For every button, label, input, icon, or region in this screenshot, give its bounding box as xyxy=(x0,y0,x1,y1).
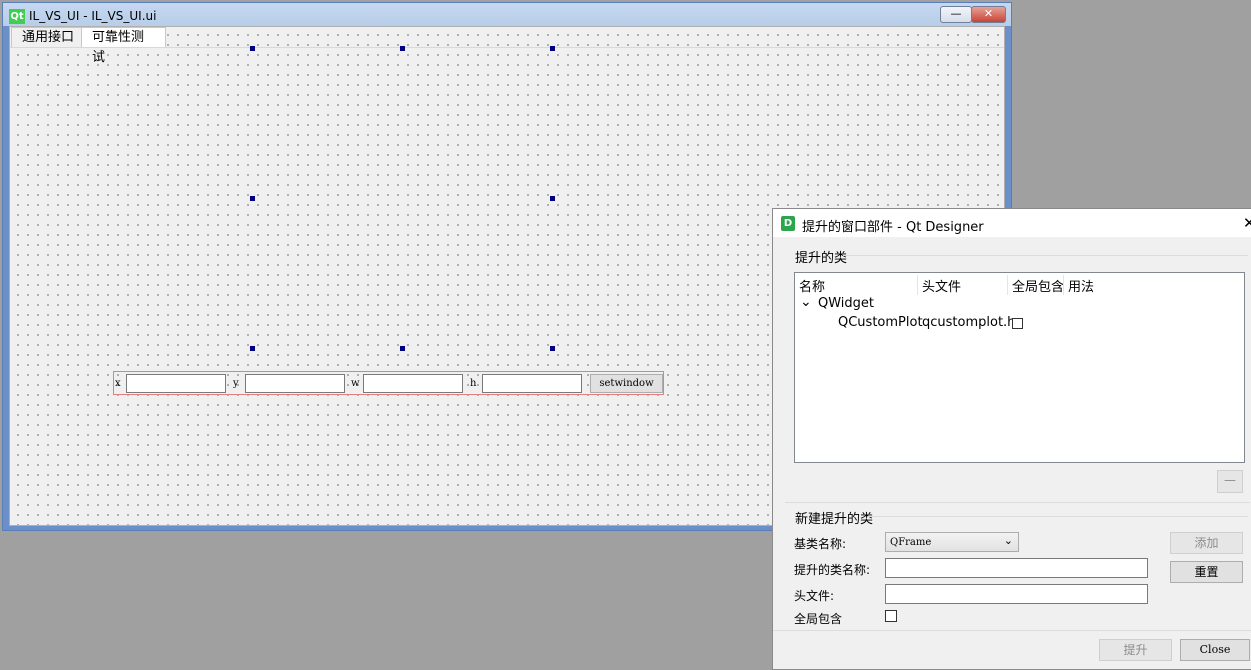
setwindow-button[interactable]: setwindow xyxy=(590,374,663,393)
promoted-class-name-label: 提升的类名称: xyxy=(794,563,871,577)
group-divider xyxy=(868,516,1248,517)
tree-row-header-file[interactable]: qcustomplot.h xyxy=(922,315,1015,330)
column-header-usage[interactable]: 用法 xyxy=(1068,276,1094,296)
promoted-widgets-dialog: D 提升的窗口部件 - Qt Designer ✕ 提升的类 名称 头文件 全局… xyxy=(772,208,1251,670)
resize-handle-left[interactable] xyxy=(250,196,255,201)
column-header-global-include[interactable]: 全局包含 xyxy=(1012,276,1064,296)
promote-button[interactable]: 提升 xyxy=(1099,639,1172,661)
h-input[interactable] xyxy=(482,374,582,393)
resize-handle-top-right[interactable] xyxy=(550,46,555,51)
group-divider xyxy=(785,502,1250,503)
promoted-class-name-field[interactable] xyxy=(885,558,1148,578)
group-divider xyxy=(843,255,1248,256)
w-label: w xyxy=(351,378,360,389)
base-class-label: 基类名称: xyxy=(794,537,847,551)
global-include-checkbox[interactable] xyxy=(885,610,897,622)
resize-handle-bottom-left[interactable] xyxy=(250,346,255,351)
expand-chevron-icon[interactable]: ⌄ xyxy=(800,294,812,310)
qt-designer-icon: D xyxy=(781,216,795,231)
tab-general-interface[interactable]: 通用接口 xyxy=(11,27,86,47)
qt-logo-icon: Qt xyxy=(9,9,25,24)
selected-plot-widget[interactable] xyxy=(250,46,555,351)
dialog-title: 提升的窗口部件 - Qt Designer xyxy=(802,220,984,235)
remove-promoted-class-button[interactable]: — xyxy=(1217,470,1243,493)
resize-handle-bottom-right[interactable] xyxy=(550,346,555,351)
close-button[interactable]: Close xyxy=(1180,639,1250,661)
y-label: y xyxy=(233,378,239,389)
header-separator xyxy=(917,275,918,295)
resize-handle-top-left[interactable] xyxy=(250,46,255,51)
chevron-down-icon: ⌄ xyxy=(1003,534,1013,547)
x-label: x xyxy=(115,378,121,389)
setwindow-layout: x y w h setwindow xyxy=(113,371,664,395)
header-separator xyxy=(1063,275,1064,295)
promoted-classes-tree[interactable]: 名称 头文件 全局包含 用法 ⌄ QWidget QCustomPlot qcu… xyxy=(794,272,1245,463)
base-class-value: QFrame xyxy=(890,537,932,548)
resize-handle-right[interactable] xyxy=(550,196,555,201)
header-file-field[interactable] xyxy=(885,584,1148,604)
dialog-titlebar[interactable]: D 提升的窗口部件 - Qt Designer ✕ xyxy=(773,209,1251,237)
minimize-button[interactable]: — xyxy=(940,6,972,23)
tree-row-global-include-checkbox[interactable] xyxy=(1012,318,1023,329)
w-input[interactable] xyxy=(363,374,463,393)
resize-handle-top[interactable] xyxy=(400,46,405,51)
form-window-title: IL_VS_UI - IL_VS_UI.ui xyxy=(29,9,157,23)
global-include-label: 全局包含 xyxy=(794,612,843,626)
x-input[interactable] xyxy=(126,374,226,393)
close-window-button[interactable]: ✕ xyxy=(971,6,1006,23)
y-input[interactable] xyxy=(245,374,345,393)
h-label: h xyxy=(470,378,477,389)
base-class-combo[interactable]: QFrame ⌄ xyxy=(885,532,1019,552)
footer-divider xyxy=(773,630,1251,631)
resize-handle-bottom[interactable] xyxy=(400,346,405,351)
column-header-header-file[interactable]: 头文件 xyxy=(922,276,961,296)
add-button[interactable]: 添加 xyxy=(1170,532,1243,554)
header-file-label: 头文件: xyxy=(794,589,835,603)
column-header-name[interactable]: 名称 xyxy=(799,276,825,296)
form-titlebar[interactable]: Qt IL_VS_UI - IL_VS_UI.ui — ✕ xyxy=(3,3,1011,26)
tree-row-name[interactable]: QCustomPlot xyxy=(838,315,923,330)
tab-reliability-test[interactable]: 可靠性测试 xyxy=(81,27,166,65)
close-icon[interactable]: ✕ xyxy=(1243,214,1251,232)
promoted-classes-group-title: 提升的类 xyxy=(795,247,852,266)
new-promoted-class-group-title: 新建提升的类 xyxy=(795,508,878,527)
tree-parent-qwidget[interactable]: QWidget xyxy=(818,296,874,311)
reset-button[interactable]: 重置 xyxy=(1170,561,1243,583)
header-separator xyxy=(1007,275,1008,295)
